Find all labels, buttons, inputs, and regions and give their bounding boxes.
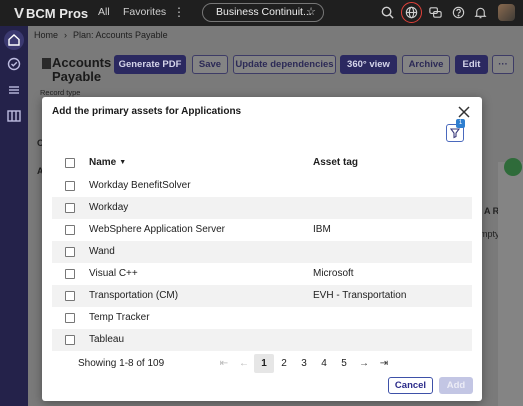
breadcrumb-home[interactable]: Home [34, 30, 58, 40]
row-name: Temp Tracker [89, 312, 150, 323]
chat-bubble-icon[interactable] [504, 158, 522, 176]
page-button-1[interactable]: 1 [254, 353, 274, 373]
row-checkbox[interactable] [65, 225, 75, 235]
user-avatar[interactable] [498, 4, 515, 21]
breadcrumb: Home › Plan: Accounts Payable [34, 30, 168, 40]
row-checkbox[interactable] [65, 203, 75, 213]
plan-context-label: Business Continuit... [216, 6, 312, 18]
edit-button[interactable]: Edit [455, 55, 488, 74]
help-icon[interactable] [451, 5, 466, 20]
column-name-label: Name [89, 157, 117, 168]
row-checkbox[interactable] [65, 313, 75, 323]
table-row[interactable]: WebSphere Application Server IBM [52, 219, 472, 241]
list-icon[interactable] [4, 80, 24, 100]
table-row[interactable]: Temp Tracker [52, 307, 472, 329]
pagination: ⇤ ← 1 2 3 4 5 → ⇥ [214, 353, 394, 373]
row-name: Workday BenefitSolver [89, 180, 191, 191]
table-header-row: Name ▼ Asset tag [52, 151, 472, 175]
modal-title: Add the primary assets for Applications [52, 106, 242, 117]
save-button[interactable]: Save [192, 55, 228, 74]
row-name: Transportation (CM) [89, 290, 179, 301]
row-checkbox[interactable] [65, 291, 75, 301]
nav-all[interactable]: All [98, 6, 110, 18]
row-checkbox[interactable] [65, 247, 75, 257]
table-row[interactable]: Visual C++ Microsoft [52, 263, 472, 285]
row-asset-tag: EVH - Transportation [313, 290, 407, 301]
page-button-2[interactable]: 2 [274, 354, 294, 373]
sort-desc-icon[interactable]: ▼ [119, 159, 126, 166]
row-name: Visual C++ [89, 268, 138, 279]
pagination-summary: Showing 1-8 of 109 [78, 358, 165, 369]
last-page-button[interactable]: ⇥ [374, 354, 394, 373]
row-checkbox[interactable] [65, 269, 75, 279]
row-name: Tableau [89, 334, 125, 345]
page-title: Accounts Payable [52, 55, 112, 84]
cancel-button[interactable]: Cancel [388, 377, 433, 394]
more-actions-button[interactable]: ··· [492, 55, 514, 74]
left-rail [0, 26, 28, 406]
row-checkbox[interactable] [65, 181, 75, 191]
row-asset-tag: Microsoft [313, 268, 354, 279]
top-bar: V BCM Pros All Favorites ⋮ Business Cont… [0, 0, 523, 26]
globe-icon[interactable] [404, 5, 419, 20]
bell-icon[interactable] [473, 5, 488, 20]
column-header-asset-tag[interactable]: Asset tag [313, 157, 358, 168]
document-icon [42, 58, 51, 69]
page-button-4[interactable]: 4 [314, 354, 334, 373]
logo-mark: V [14, 4, 25, 22]
bg-fragment-empty: mpty [480, 229, 500, 239]
row-asset-tag: IBM [313, 224, 331, 235]
page-button-3[interactable]: 3 [294, 354, 314, 373]
close-icon[interactable] [456, 104, 472, 120]
row-checkbox[interactable] [65, 335, 75, 345]
archive-button[interactable]: Archive [402, 55, 450, 74]
table-row[interactable]: Workday BenefitSolver [52, 175, 472, 197]
select-all-checkbox[interactable] [65, 158, 75, 168]
app-logo[interactable]: V BCM Pros [14, 3, 88, 23]
check-circle-icon[interactable] [4, 54, 24, 74]
row-name: Workday [89, 202, 129, 213]
record-type-label: Record type [40, 88, 81, 97]
breadcrumb-separator: › [64, 30, 68, 40]
table-row[interactable]: Workday [52, 197, 472, 219]
generate-pdf-button[interactable]: Generate PDF [114, 55, 186, 74]
next-page-button[interactable]: → [354, 354, 374, 373]
assets-table: Name ▼ Asset tag Workday BenefitSolver Wo… [52, 151, 472, 351]
previous-page-button[interactable]: ← [234, 354, 254, 373]
page-button-5[interactable]: 5 [334, 354, 354, 373]
add-button[interactable]: Add [439, 377, 473, 394]
row-name: WebSphere Application Server [89, 224, 226, 235]
search-icon[interactable] [380, 5, 395, 20]
row-name: Wand [89, 246, 115, 257]
view-360-button[interactable]: 360° view [340, 55, 397, 74]
filter-count-badge: 1 [456, 119, 465, 128]
first-page-button[interactable]: ⇤ [214, 354, 234, 373]
library-icon[interactable] [4, 106, 24, 126]
home-icon[interactable] [4, 30, 24, 50]
logo-text: BCM Pros [26, 5, 89, 21]
plan-context-pill[interactable]: Business Continuit... ☆ [202, 3, 324, 22]
nav-favorites[interactable]: Favorites [123, 6, 166, 18]
more-vertical-icon[interactable]: ⋮ [173, 5, 185, 19]
table-row[interactable]: Wand [52, 241, 472, 263]
column-header-name[interactable]: Name ▼ [89, 157, 126, 168]
right-side-panel [498, 162, 523, 406]
add-assets-modal: Add the primary assets for Applications … [42, 97, 482, 401]
chat-icon[interactable] [428, 5, 443, 20]
favorite-star-icon[interactable]: ☆ [306, 4, 316, 21]
table-row[interactable]: Transportation (CM) EVH - Transportation [52, 285, 472, 307]
update-dependencies-button[interactable]: Update dependencies [233, 55, 336, 74]
breadcrumb-current: Plan: Accounts Payable [73, 30, 168, 40]
table-row[interactable]: Tableau [52, 329, 472, 351]
